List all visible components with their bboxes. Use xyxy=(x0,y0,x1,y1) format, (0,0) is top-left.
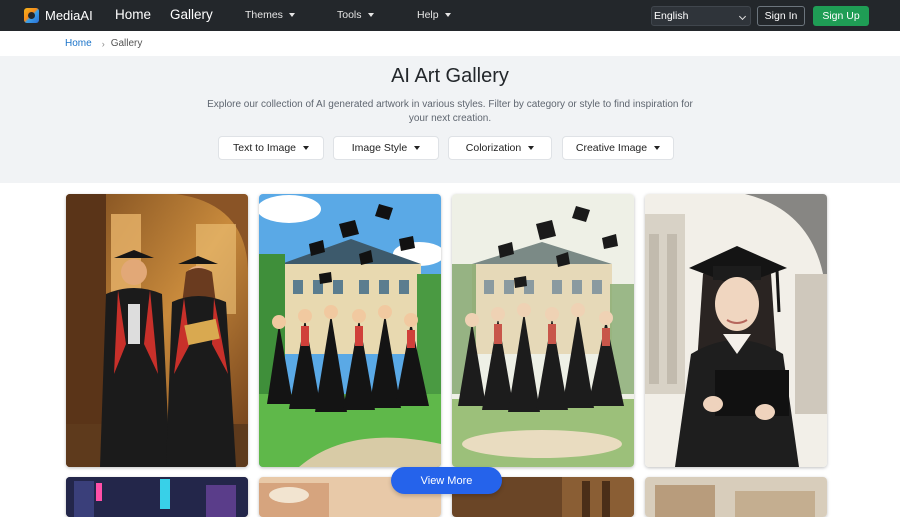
caret-down-icon xyxy=(303,146,310,150)
gallery-card-study-room[interactable] xyxy=(645,477,827,517)
graduate-portrait-ink-icon xyxy=(645,194,827,467)
graduation-couple-painting-icon xyxy=(66,194,248,467)
top-navbar: MediaAI Home Gallery Themes Tools Help E… xyxy=(0,0,900,31)
nav-themes-label: Themes xyxy=(245,9,283,21)
page-description: Explore our collection of AI generated a… xyxy=(207,99,693,124)
gallery-card-cap-toss-watercolor[interactable] xyxy=(452,194,634,467)
filter-label: Colorization xyxy=(465,142,522,154)
filter-text-to-image[interactable]: Text to Image xyxy=(218,136,324,160)
chevron-down-icon xyxy=(738,12,747,21)
nav-tools-dropdown[interactable]: Tools xyxy=(337,9,374,21)
filter-bar: Text to Image Image Style Colorization C… xyxy=(0,136,900,160)
neon-city-thumbnail-icon xyxy=(66,477,248,517)
nav-themes-dropdown[interactable]: Themes xyxy=(245,9,295,21)
caret-down-icon xyxy=(528,146,535,150)
filter-label: Image Style xyxy=(351,142,408,154)
nav-tools-label: Tools xyxy=(337,9,362,21)
breadcrumb-current: Gallery xyxy=(110,38,143,49)
language-select[interactable]: English xyxy=(651,6,751,26)
sign-in-button[interactable]: Sign In xyxy=(757,6,805,26)
filter-creative-image[interactable]: Creative Image xyxy=(562,136,674,160)
filter-image-style[interactable]: Image Style xyxy=(333,136,439,160)
filter-label: Creative Image xyxy=(575,142,648,154)
view-more-button[interactable]: View More xyxy=(391,467,502,494)
cap-toss-cartoon-icon xyxy=(259,194,441,467)
logo-icon xyxy=(24,8,39,23)
caret-down-icon xyxy=(444,13,451,17)
filter-label: Text to Image xyxy=(232,142,297,154)
breadcrumb-separator: › xyxy=(101,38,105,49)
language-value: English xyxy=(654,10,689,22)
sign-up-button[interactable]: Sign Up xyxy=(813,6,869,26)
nav-home-link[interactable]: Home xyxy=(115,7,151,22)
breadcrumb: Home › Gallery xyxy=(65,38,142,49)
gallery-hero: AI Art Gallery Explore our collection of… xyxy=(0,56,900,183)
brand-logo[interactable]: MediaAI xyxy=(24,8,93,23)
gallery-card-graduation-couple[interactable] xyxy=(66,194,248,467)
cap-toss-watercolor-icon xyxy=(452,194,634,467)
brand-name: MediaAI xyxy=(45,8,93,23)
caret-down-icon xyxy=(414,146,421,150)
filter-colorization[interactable]: Colorization xyxy=(448,136,552,160)
caret-down-icon xyxy=(654,146,661,150)
breadcrumb-home-link[interactable]: Home xyxy=(65,38,92,49)
nav-help-dropdown[interactable]: Help xyxy=(417,9,451,21)
study-room-thumbnail-icon xyxy=(645,477,827,517)
nav-gallery-link[interactable]: Gallery xyxy=(170,7,213,22)
nav-help-label: Help xyxy=(417,9,439,21)
caret-down-icon xyxy=(288,13,295,17)
gallery-card-graduate-portrait[interactable] xyxy=(645,194,827,467)
caret-down-icon xyxy=(367,13,374,17)
gallery-card-neon-city[interactable] xyxy=(66,477,248,517)
gallery-card-cap-toss-cartoon[interactable] xyxy=(259,194,441,467)
page-title: AI Art Gallery xyxy=(391,65,509,87)
